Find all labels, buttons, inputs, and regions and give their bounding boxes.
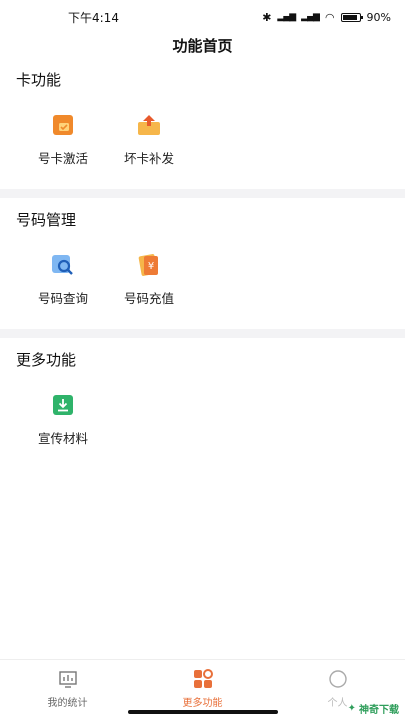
tile-card-activation[interactable]: 号卡激活	[20, 112, 106, 167]
card-reissue-icon	[138, 115, 160, 135]
tile-label: 号码充值	[123, 291, 174, 306]
battery-percent: 90%	[366, 10, 391, 24]
tile-label: 坏卡补发	[123, 151, 174, 166]
tile-label: 号码查询	[37, 291, 88, 306]
signal-icon-2: ▂▄▆	[301, 12, 320, 22]
chart-icon	[58, 671, 77, 688]
status-time: 下午4:14	[68, 10, 119, 25]
download-icon	[53, 395, 73, 415]
home-indicator	[128, 710, 278, 714]
svg-text:¥: ¥	[148, 261, 154, 272]
tab-label: 更多功能	[182, 698, 223, 709]
signal-icon: ▂▄▆	[277, 12, 296, 22]
section-number-management: 号码管理 号码查询 ¥ 号码充值	[0, 198, 405, 329]
section-title: 更多功能	[16, 351, 77, 369]
apps-grid-icon	[193, 669, 213, 688]
battery-icon	[340, 12, 363, 22]
section-grid: 宣传材料	[0, 372, 405, 469]
section-divider	[0, 189, 405, 198]
tile-label: 号卡激活	[37, 151, 88, 166]
section-card-functions: 卡功能 号卡激活 坏卡补发	[0, 58, 405, 189]
tab-my-stats[interactable]: 我的统计	[0, 660, 135, 720]
tile-number-query[interactable]: 号码查询	[20, 252, 106, 307]
section-title: 卡功能	[16, 71, 62, 89]
search-icon	[52, 255, 73, 275]
section-grid: 号卡激活 坏卡补发	[0, 92, 405, 189]
tab-label: 我的统计	[47, 698, 88, 709]
card-activate-icon	[53, 115, 73, 135]
person-icon	[328, 670, 347, 688]
status-bar: 下午4:14 ✱ ▂▄▆ ▂▄▆ ◠ 90%	[0, 0, 405, 34]
status-icons: ✱ ▂▄▆ ▂▄▆ ◠ 90%	[262, 11, 391, 24]
wifi-icon: ◠	[324, 10, 335, 24]
recharge-icon: ¥	[138, 254, 158, 276]
watermark-logo-icon: ✦	[347, 703, 356, 714]
bluetooth-icon: ✱	[262, 10, 272, 24]
tile-card-reissue[interactable]: 坏卡补发	[106, 112, 192, 167]
watermark-text: 神奇下载	[359, 705, 399, 716]
page-title: 功能首页	[172, 37, 233, 55]
watermark: ✦ 神奇下载	[348, 701, 399, 716]
section-divider	[0, 329, 405, 338]
tab-label: 个人	[327, 698, 348, 709]
tile-label: 宣传材料	[37, 431, 88, 446]
section-more-functions: 更多功能 宣传材料	[0, 338, 405, 469]
section-grid: 号码查询 ¥ 号码充值	[0, 232, 405, 329]
section-title: 号码管理	[16, 211, 77, 229]
tile-promo-materials[interactable]: 宣传材料	[20, 392, 106, 447]
tile-number-recharge[interactable]: ¥ 号码充值	[106, 252, 192, 307]
